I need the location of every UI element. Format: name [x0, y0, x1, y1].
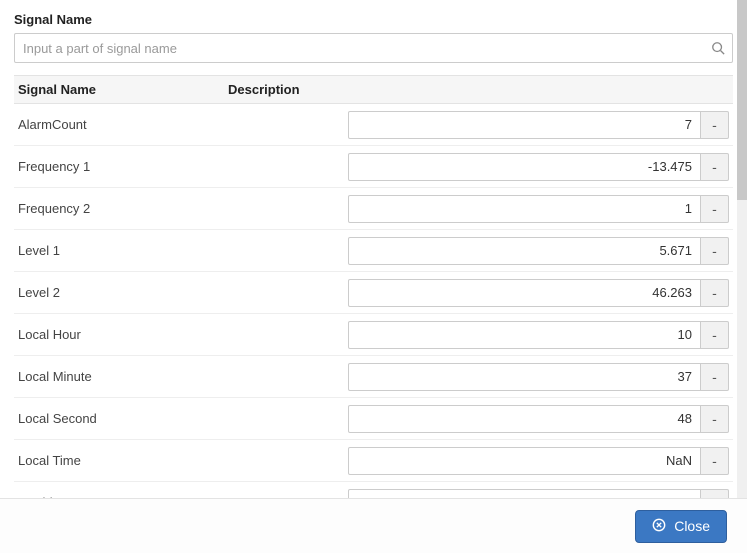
table-row: Level 2 - — [14, 272, 733, 314]
search-input[interactable] — [14, 33, 733, 63]
table-row: Frequency 2 - — [14, 188, 733, 230]
table-row: AlarmCount - — [14, 104, 733, 146]
value-group: - — [348, 279, 729, 307]
table-row: Local Hour - — [14, 314, 733, 356]
search-icon — [711, 41, 725, 55]
column-header-name: Signal Name — [18, 82, 228, 97]
row-action-button[interactable]: - — [701, 405, 729, 433]
value-group: - — [348, 237, 729, 265]
row-action-button[interactable]: - — [701, 279, 729, 307]
table-row: MachineOP- — [14, 482, 733, 498]
signal-name-cell: Local Second — [18, 411, 348, 426]
table-row: Local Time - — [14, 440, 733, 482]
row-action-button[interactable]: - — [701, 237, 729, 265]
content-scroll[interactable]: Signal Name Signal Name Description Alar… — [0, 0, 737, 498]
table-row: Frequency 1 - — [14, 146, 733, 188]
search-wrap — [14, 33, 733, 63]
dialog-footer: Close — [0, 498, 747, 553]
value-input[interactable] — [348, 237, 701, 265]
section-label: Signal Name — [14, 12, 733, 27]
scrollbar-track[interactable] — [737, 0, 747, 498]
row-action-button[interactable]: - — [701, 363, 729, 391]
row-action-button[interactable]: - — [701, 447, 729, 475]
table-row: Local Second - — [14, 398, 733, 440]
value-input[interactable] — [348, 405, 701, 433]
value-input[interactable] — [348, 489, 701, 499]
value-input[interactable] — [348, 447, 701, 475]
signal-name-cell: Local Minute — [18, 369, 348, 384]
value-group: - — [348, 489, 729, 499]
table-header: Signal Name Description — [14, 75, 733, 104]
value-group: - — [348, 153, 729, 181]
value-group: - — [348, 447, 729, 475]
signal-name-cell: Local Time — [18, 453, 348, 468]
value-group: - — [348, 111, 729, 139]
row-action-button[interactable]: - — [701, 195, 729, 223]
table-row: Level 1 - — [14, 230, 733, 272]
value-input[interactable] — [348, 195, 701, 223]
value-input[interactable] — [348, 363, 701, 391]
table-body: AlarmCount-Frequency 1-Frequency 2-Level… — [14, 104, 733, 498]
close-button-label: Close — [674, 518, 710, 534]
scrollbar-thumb[interactable] — [737, 0, 747, 200]
signal-name-cell: Frequency 2 — [18, 201, 348, 216]
value-group: - — [348, 195, 729, 223]
signal-name-cell: Level 1 — [18, 243, 348, 258]
row-action-button[interactable]: - — [701, 489, 729, 499]
row-action-button[interactable]: - — [701, 111, 729, 139]
value-group: - — [348, 405, 729, 433]
dialog-root: Signal Name Signal Name Description Alar… — [0, 0, 747, 553]
column-header-description: Description — [228, 82, 729, 97]
value-input[interactable] — [348, 279, 701, 307]
signal-name-cell: AlarmCount — [18, 117, 348, 132]
close-button[interactable]: Close — [635, 510, 727, 543]
row-action-button[interactable]: - — [701, 153, 729, 181]
value-group: - — [348, 363, 729, 391]
value-group: - — [348, 321, 729, 349]
signal-name-cell: Local Hour — [18, 327, 348, 342]
value-input[interactable] — [348, 111, 701, 139]
close-icon — [652, 518, 666, 535]
value-input[interactable] — [348, 153, 701, 181]
table-row: Local Minute - — [14, 356, 733, 398]
value-input[interactable] — [348, 321, 701, 349]
row-action-button[interactable]: - — [701, 321, 729, 349]
signal-name-cell: Level 2 — [18, 285, 348, 300]
signal-name-cell: Frequency 1 — [18, 159, 348, 174]
